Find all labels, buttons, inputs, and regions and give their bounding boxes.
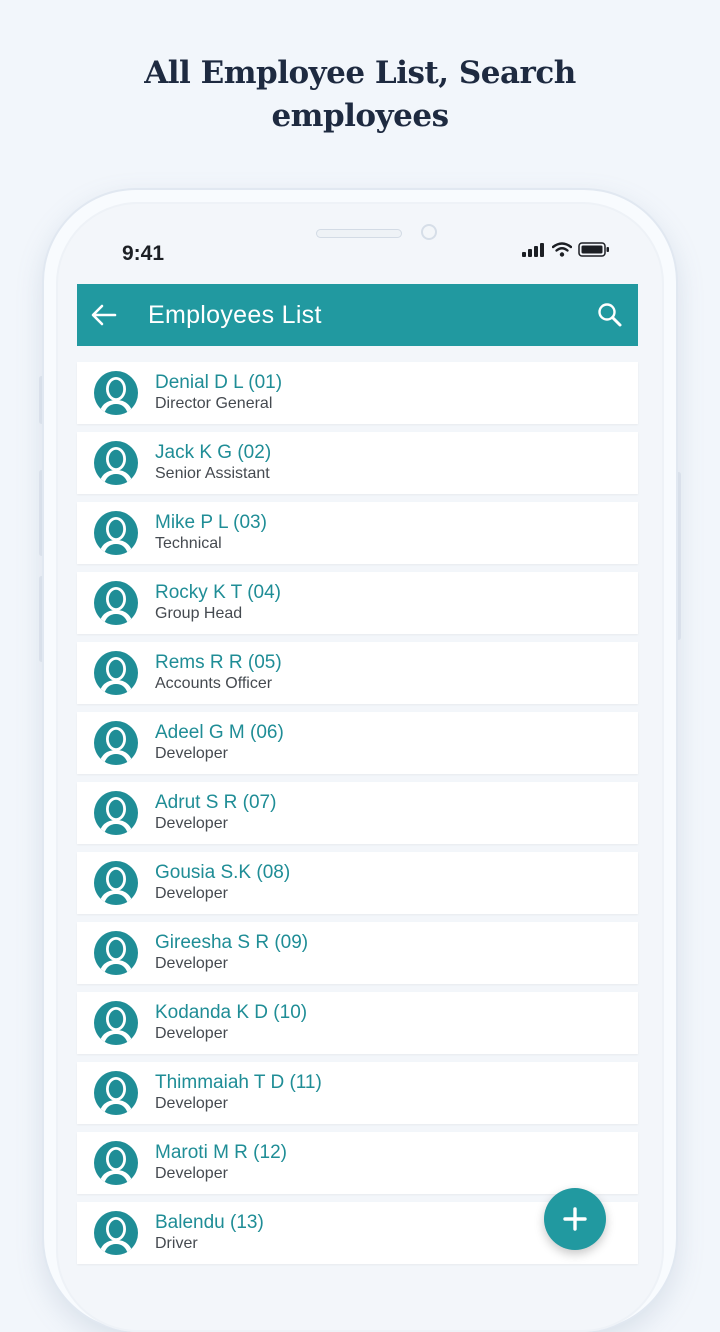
employee-row-text: Mike P L (03) Technical: [155, 512, 267, 554]
plus-icon: [563, 1207, 587, 1231]
employee-name: Gireesha S R (09): [155, 932, 309, 953]
phone-power-button: [676, 472, 681, 640]
phone-camera: [421, 224, 437, 240]
employee-row-text: Adrut S R (07) Developer: [155, 792, 276, 834]
employee-row-text: Maroti M R (12) Developer: [155, 1142, 287, 1184]
employee-name: Maroti M R (12): [155, 1142, 287, 1163]
employee-row[interactable]: Mike P L (03) Technical: [77, 502, 638, 564]
employee-name: Balendu (13): [155, 1212, 264, 1233]
employee-list: Denial D L (01) Director General Jack K G …: [77, 362, 638, 1272]
avatar-icon: [92, 579, 140, 627]
employee-role: Senior Assistant: [155, 465, 270, 482]
employee-name: Thimmaiah T D (11): [155, 1072, 322, 1093]
arrow-left-icon: [91, 304, 117, 326]
employee-name: Denial D L (01): [155, 372, 283, 393]
search-button[interactable]: [582, 284, 638, 346]
search-icon: [598, 303, 622, 327]
avatar-icon: [92, 929, 140, 977]
employee-row[interactable]: Adeel G M (06) Developer: [77, 712, 638, 774]
employee-name: Adeel G M (06): [155, 722, 284, 743]
employee-name: Gousia S.K (08): [155, 862, 291, 883]
battery-icon: [578, 242, 609, 257]
employee-row[interactable]: Maroti M R (12) Developer: [77, 1132, 638, 1194]
employee-row-text: Thimmaiah T D (11) Developer: [155, 1072, 322, 1114]
avatar-icon: [92, 509, 140, 557]
employee-role: Developer: [155, 745, 228, 762]
avatar-icon: [92, 999, 140, 1047]
employee-row[interactable]: Adrut S R (07) Developer: [77, 782, 638, 844]
app-bar: Employees List: [77, 284, 638, 346]
employee-row[interactable]: Thimmaiah T D (11) Developer: [77, 1062, 638, 1124]
employee-row-text: Balendu (13) Driver: [155, 1212, 264, 1254]
employee-row[interactable]: Gousia S.K (08) Developer: [77, 852, 638, 914]
employee-row-text: Kodanda K D (10) Developer: [155, 1002, 307, 1044]
employee-name: Jack K G (02): [155, 442, 272, 463]
employee-role: Developer: [155, 955, 228, 972]
employee-row-text: Adeel G M (06) Developer: [155, 722, 284, 764]
employee-row-text: Rems R R (05) Accounts Officer: [155, 652, 282, 694]
page-title: Employees List: [148, 300, 322, 329]
avatar-icon: [92, 439, 140, 487]
status-icons: [522, 242, 610, 257]
promo-headline-line1: All Employee List, Search: [144, 55, 576, 91]
avatar-icon: [92, 369, 140, 417]
avatar-icon: [92, 859, 140, 907]
employee-role: Driver: [155, 1235, 198, 1252]
status-time: 9:41: [122, 242, 165, 265]
signal-icon: [522, 242, 544, 257]
phone-speaker: [316, 229, 402, 238]
employee-role: Developer: [155, 1025, 228, 1042]
promo-headline-line2: employees: [271, 98, 449, 134]
employee-role: Developer: [155, 885, 228, 902]
employee-row-text: Gireesha S R (09) Developer: [155, 932, 308, 974]
avatar-icon: [92, 1139, 140, 1187]
employee-role: Developer: [155, 1165, 228, 1182]
employee-row[interactable]: Jack K G (02) Senior Assistant: [77, 432, 638, 494]
employee-row-text: Gousia S.K (08) Developer: [155, 862, 290, 904]
employee-role: Accounts Officer: [155, 675, 273, 692]
avatar-icon: [92, 789, 140, 837]
employee-name: Mike P L (03): [155, 512, 267, 533]
employee-role: Director General: [155, 395, 273, 412]
employee-name: Rems R R (05): [155, 652, 282, 673]
avatar-icon: [92, 649, 140, 697]
wifi-icon: [552, 242, 572, 257]
employee-role: Developer: [155, 1095, 228, 1112]
employee-row-text: Rocky K T (04) Group Head: [155, 582, 281, 624]
employee-name: Adrut S R (07): [155, 792, 277, 813]
employee-role: Technical: [155, 535, 222, 552]
employee-row-text: Denial D L (01) Director General: [155, 372, 282, 414]
employee-row[interactable]: Kodanda K D (10) Developer: [77, 992, 638, 1054]
avatar-icon: [92, 1069, 140, 1117]
employee-role: Group Head: [155, 605, 243, 622]
employee-row[interactable]: Gireesha S R (09) Developer: [77, 922, 638, 984]
employee-row-text: Jack K G (02) Senior Assistant: [155, 442, 271, 484]
employee-role: Developer: [155, 815, 228, 832]
employee-name: Rocky K T (04): [155, 582, 282, 603]
employee-name: Kodanda K D (10): [155, 1002, 308, 1023]
employee-row[interactable]: Rems R R (05) Accounts Officer: [77, 642, 638, 704]
employee-row[interactable]: Rocky K T (04) Group Head: [77, 572, 638, 634]
avatar-icon: [92, 1209, 140, 1257]
add-employee-button[interactable]: [544, 1188, 606, 1250]
back-button[interactable]: [77, 284, 131, 346]
employee-row[interactable]: Denial D L (01) Director General: [77, 362, 638, 424]
avatar-icon: [92, 719, 140, 767]
promo-headline: All Employee List, Search employees: [0, 52, 720, 138]
